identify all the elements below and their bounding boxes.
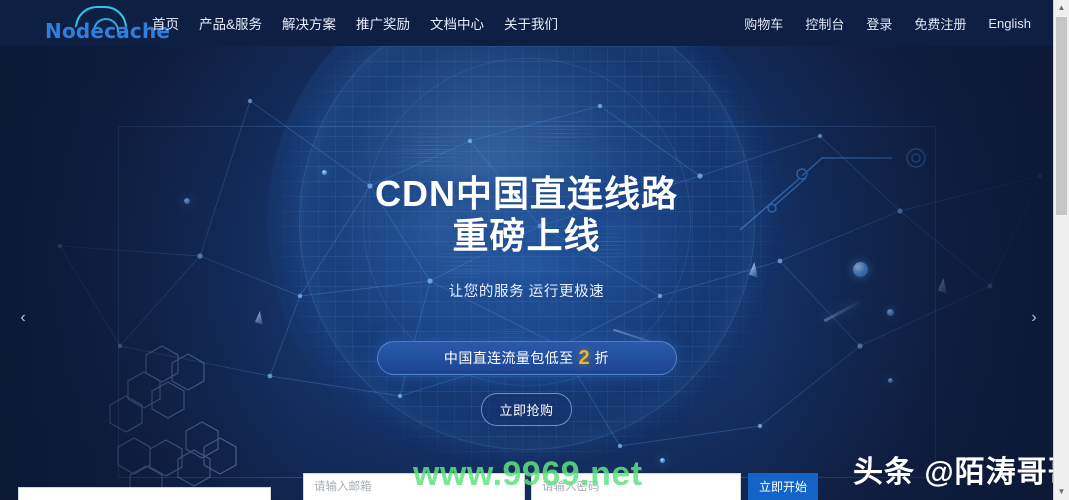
hero-title-line1: CDN中国直连线路 [375,173,678,214]
promo-banner[interactable]: 中国直连流量包低至 2 折 [376,340,677,375]
hero-subtitle: 让您的服务 运行更极速 [448,283,605,300]
nav-item-english[interactable]: English [988,16,1031,31]
nodecache-logo[interactable]: Nodecache [45,6,170,43]
carousel-prev-icon[interactable]: ‹ [12,307,34,329]
scrollbar-up-arrow-icon[interactable]: ▲ [1054,0,1069,16]
nav-item-promotion[interactable]: 推广奖励 [356,13,410,33]
site-header: Nodecache 首页 产品&服务 解决方案 推广奖励 文档中心 关于我们 购… [0,0,1053,46]
nav-item-console[interactable]: 控制台 [805,14,844,33]
promo-discount-number: 2 [578,346,590,369]
hero-content: CDN中国直连线路 重磅上线 让您的服务 运行更极速 中国直连流量包低至 2 折… [0,46,1053,500]
hero-banner: CDN中国直连线路 重磅上线 让您的服务 运行更极速 中国直连流量包低至 2 折… [0,46,1053,500]
account-navigation: 购物车 控制台 登录 免费注册 English [744,0,1031,46]
hero-title-line2: 重磅上线 [452,215,601,257]
buy-now-button[interactable]: 立即抢购 [481,392,572,426]
nav-item-home[interactable]: 首页 [152,13,179,33]
browser-scrollbar[interactable]: ▲ ▼ [1053,0,1069,500]
primary-navigation: 首页 产品&服务 解决方案 推广奖励 文档中心 关于我们 [152,0,558,46]
scrollbar-down-arrow-icon[interactable]: ▼ [1054,484,1069,500]
browser-page: Nodecache 首页 产品&服务 解决方案 推广奖励 文档中心 关于我们 购… [0,0,1069,500]
nav-item-cart[interactable]: 购物车 [744,14,783,33]
nav-item-register[interactable]: 免费注册 [914,14,966,33]
password-input[interactable] [531,473,741,500]
nav-item-solutions[interactable]: 解决方案 [282,13,336,33]
scrollbar-thumb[interactable] [1056,17,1067,215]
promo-suffix-text: 折 [594,349,610,366]
nav-item-docs[interactable]: 文档中心 [430,13,484,33]
email-input[interactable] [303,473,525,500]
promo-prefix-text: 中国直连流量包低至 [443,349,574,366]
nav-item-login[interactable]: 登录 [866,14,892,33]
start-now-button[interactable]: 立即开始 [748,473,818,500]
page-viewport: Nodecache 首页 产品&服务 解决方案 推广奖励 文档中心 关于我们 购… [0,0,1053,500]
nav-item-products[interactable]: 产品&服务 [199,13,262,33]
signup-form: 立即开始 [0,472,1053,500]
carousel-next-icon[interactable]: › [1023,307,1045,329]
nav-item-about[interactable]: 关于我们 [504,13,558,33]
